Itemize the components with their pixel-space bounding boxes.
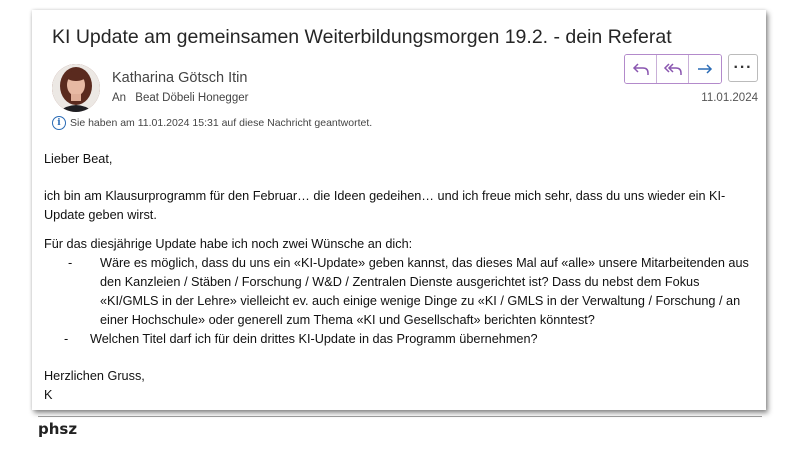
list-item-text: Welchen Titel darf ich für dein drittes … [90, 332, 538, 346]
to-label: An [112, 92, 127, 104]
message-actions: ··· [624, 54, 758, 84]
closing: Herzlichen Gruss, [44, 369, 145, 383]
wish-list: - Wäre es möglich, dass du uns ein «KI-U… [44, 254, 760, 349]
email-subject: KI Update am gemeinsamen Weiterbildungsm… [52, 26, 672, 48]
list-bullet: - [68, 256, 73, 270]
reply-icon [632, 63, 649, 75]
reply-button[interactable] [625, 55, 657, 83]
reply-info-banner: i Sie haben am 11.01.2024 15:31 auf dies… [52, 116, 372, 130]
forward-icon [698, 64, 713, 74]
avatar[interactable] [52, 64, 100, 112]
recipient-name[interactable]: Beat Döbeli Honegger [135, 92, 248, 104]
recipient-row: An Beat Döbeli Honegger [112, 92, 248, 104]
body-paragraph: ich bin am Klausurprogramm für den Febru… [44, 189, 726, 222]
reply-info-text: Sie haben am 11.01.2024 15:31 auf diese … [70, 117, 373, 129]
list-item-text: Wäre es möglich, dass du uns ein «KI-Upd… [100, 256, 749, 327]
more-actions-button[interactable]: ··· [728, 54, 758, 82]
forward-button[interactable] [689, 55, 721, 83]
list-item: - Welchen Titel darf ich für dein dritte… [44, 330, 760, 349]
body-paragraph: Für das diesjährige Update habe ich noch… [44, 237, 413, 251]
sender-name[interactable]: Katharina Götsch Itin [112, 70, 247, 86]
signature: K [44, 388, 53, 402]
received-date: 11.01.2024 [701, 92, 758, 104]
footer-divider [38, 416, 762, 417]
reply-button-group [624, 54, 722, 84]
reply-all-icon [663, 63, 682, 75]
list-item: - Wäre es möglich, dass du uns ein «KI-U… [44, 254, 760, 330]
reply-all-button[interactable] [657, 55, 689, 83]
list-bullet: - [64, 332, 69, 346]
message-body: Lieber Beat, ich bin am Klausurprogramm … [44, 150, 760, 405]
brand-logo: phsz [38, 420, 78, 438]
greeting: Lieber Beat, [44, 152, 113, 166]
info-icon: i [52, 116, 66, 130]
email-reading-pane: KI Update am gemeinsamen Weiterbildungsm… [32, 10, 766, 410]
